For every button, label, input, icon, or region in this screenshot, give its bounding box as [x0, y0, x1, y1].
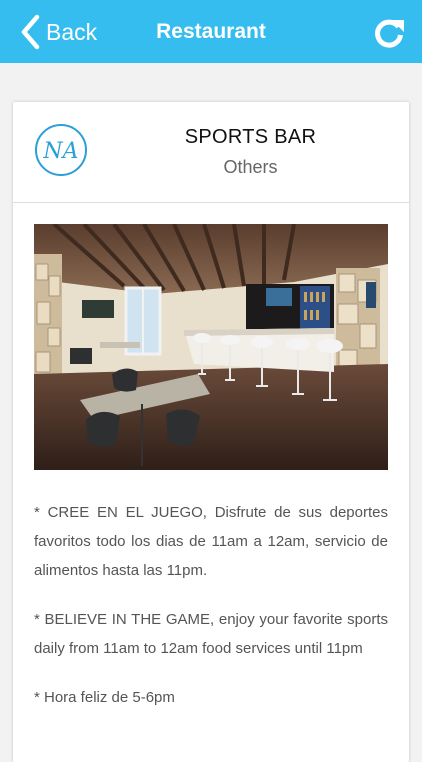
back-button[interactable]: Back: [20, 12, 97, 52]
refresh-button[interactable]: [372, 16, 406, 50]
description-paragraph: * CREE EN EL JUEGO, Disfrute de sus depo…: [34, 504, 388, 579]
venue-logo-text: NA: [42, 139, 78, 164]
venue-description: * CREE EN EL JUEGO, Disfrute de sus depo…: [34, 498, 388, 732]
navigation-bar: Back Restaurant: [0, 0, 422, 63]
venue-card: NA SPORTS BAR Others * CREE EN EL JUEGO,…: [13, 102, 409, 762]
description-paragraph: * Hora feliz de 5-6pm: [34, 689, 175, 706]
description-paragraph: * BELIEVE IN THE GAME, enjoy your favori…: [34, 611, 388, 657]
venue-logo: NA: [35, 124, 87, 176]
venue-category: Others: [223, 157, 278, 177]
refresh-icon: [375, 19, 404, 48]
venue-name: SPORTS BAR: [184, 126, 317, 148]
back-label: Back: [46, 18, 98, 45]
chevron-left-icon: [21, 14, 40, 50]
venue-header: NA SPORTS BAR Others: [13, 102, 409, 203]
venue-photo: [34, 224, 388, 470]
